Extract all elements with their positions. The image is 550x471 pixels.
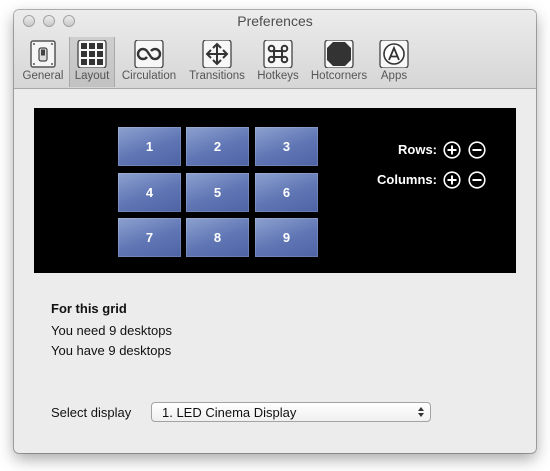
display-select-value: 1. LED Cinema Display [162,405,297,420]
desktop-tile-3[interactable]: 3 [255,127,318,166]
hotcorners-icon [324,40,354,68]
desktop-tile-5[interactable]: 5 [186,173,249,212]
window-title: Preferences [237,13,313,29]
move-arrows-icon [202,40,232,68]
grid-info-title: For this grid [51,301,127,316]
tab-label: Hotkeys [257,70,299,82]
tab-hotkeys[interactable]: Hotkeys [253,37,303,87]
desktop-tile-1[interactable]: 1 [118,127,181,166]
rows-label: Rows: [398,142,437,157]
preferences-window: Preferences General Layout Circulation T… [14,10,536,453]
desktops-available-text: You have 9 desktops [51,343,172,358]
tab-label: Hotcorners [310,70,368,82]
app-store-icon [379,40,409,68]
tab-label: Layout [74,70,110,82]
tab-label: Circulation [121,70,177,82]
columns-remove-button[interactable] [468,171,486,189]
desktop-tile-8[interactable]: 8 [186,218,249,257]
loop-icon [134,40,164,68]
display-select[interactable]: 1. LED Cinema Display [151,402,431,422]
rows-remove-button[interactable] [468,141,486,159]
tab-apps[interactable]: Apps [374,37,414,87]
tab-circulation[interactable]: Circulation [118,37,180,87]
tab-transitions[interactable]: Transitions [185,37,249,87]
select-display-label: Select display [51,405,132,420]
switch-icon [30,40,56,68]
tab-hotcorners[interactable]: Hotcorners [306,37,372,87]
tab-general[interactable]: General [21,37,65,87]
tab-layout[interactable]: Layout [69,37,115,87]
desktops-needed-text: You need 9 desktops [51,323,172,338]
desktop-tile-7[interactable]: 7 [118,218,181,257]
grid-icon [77,40,107,68]
desktop-tile-9[interactable]: 9 [255,218,318,257]
columns-label: Columns: [377,172,437,187]
rows-add-button[interactable] [443,141,461,159]
grid-preview: 1 2 3 4 5 6 7 8 9 Rows: Columns: [34,108,516,273]
command-icon [263,40,293,68]
tab-label: Apps [380,70,408,82]
columns-add-button[interactable] [443,171,461,189]
toolbar: Preferences General Layout Circulation T… [14,10,536,89]
tab-label: General [22,70,64,82]
desktop-tile-6[interactable]: 6 [255,173,318,212]
tab-label: Transitions [189,70,245,82]
desktop-tile-2[interactable]: 2 [186,127,249,166]
updown-arrows-icon [418,407,424,417]
desktop-tile-4[interactable]: 4 [118,173,181,212]
